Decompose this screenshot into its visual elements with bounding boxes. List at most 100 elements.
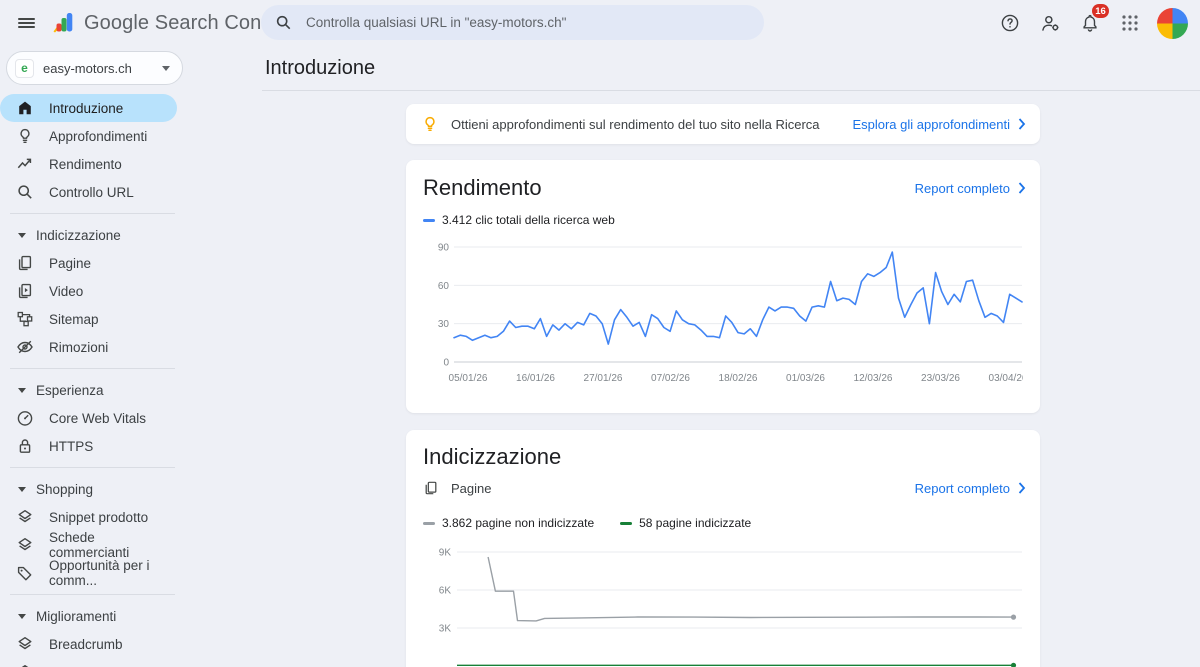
notifications-button[interactable]: 16 xyxy=(1070,3,1110,43)
property-selector[interactable]: e easy-motors.ch xyxy=(6,51,183,85)
svg-text:6K: 6K xyxy=(439,585,452,596)
sidebar-item-video[interactable]: Video xyxy=(0,277,177,305)
google-search-console-app: Google Search Console xyxy=(0,0,1200,667)
sitemap-icon xyxy=(16,310,34,328)
svg-text:12/03/26: 12/03/26 xyxy=(854,373,893,384)
avatar-photo xyxy=(1160,10,1186,36)
search-icon xyxy=(16,183,34,201)
performance-legend: 3.412 clic totali della ricerca web xyxy=(423,213,641,227)
svg-text:0: 0 xyxy=(443,358,449,369)
sidebar-item-rimozioni[interactable]: Rimozioni xyxy=(0,333,177,361)
chevron-right-icon xyxy=(1018,118,1026,130)
video-icon xyxy=(16,282,34,300)
collapse-caret-icon xyxy=(18,233,26,238)
lock-icon xyxy=(16,437,34,455)
sidebar-item-label: HTTPS xyxy=(49,439,93,454)
page-title: Introduzione xyxy=(265,57,375,80)
svg-text:03/04/26: 03/04/26 xyxy=(989,373,1023,384)
performance-chart[interactable]: 030609005/01/2616/01/2627/01/2607/02/261… xyxy=(423,240,1023,397)
notification-count-badge: 16 xyxy=(1092,4,1109,18)
sidebar-item-schede-commercianti[interactable]: Schede commercianti xyxy=(0,531,177,559)
sidebar-item-label: Controllo URL xyxy=(49,185,134,200)
performance-report-link[interactable]: Report completo xyxy=(915,181,1026,196)
collapse-caret-icon xyxy=(18,614,26,619)
sidebar-section-miglioramenti[interactable]: Miglioramenti xyxy=(0,602,262,630)
sidebar-nav: Introduzione Approfondimenti Rendimento Con… xyxy=(0,94,262,667)
search-input[interactable] xyxy=(306,15,750,30)
sidebar-section-esperienza[interactable]: Esperienza xyxy=(0,376,262,404)
sidebar-item-label: Rendimento xyxy=(49,157,122,172)
indexing-card: Indicizzazione Pagine Report completo xyxy=(406,430,1040,667)
sidebar-item-label: Core Web Vitals xyxy=(49,411,146,426)
layers-icon xyxy=(16,663,34,667)
sidebar-section-shopping[interactable]: Shopping xyxy=(0,475,262,503)
help-icon xyxy=(1000,13,1020,33)
sidebar-item-introduzione[interactable]: Introduzione xyxy=(0,94,177,122)
menu-icon[interactable] xyxy=(6,3,46,43)
indexing-report-link[interactable]: Report completo xyxy=(915,481,1026,496)
sidebar-item-label: Approfondimenti xyxy=(49,129,147,144)
indexing-card-title: Indicizzazione xyxy=(423,444,561,470)
svg-text:9K: 9K xyxy=(439,547,452,558)
sidebar-divider xyxy=(10,368,175,369)
sidebar-divider xyxy=(10,594,175,595)
sidebar-item-label: Sitemap xyxy=(49,312,99,327)
sidebar-item-breadcrumb[interactable]: Breadcrumb xyxy=(0,630,177,658)
sidebar-item-pagine[interactable]: Pagine xyxy=(0,249,177,277)
section-label: Miglioramenti xyxy=(36,609,116,624)
performance-card-title: Rendimento xyxy=(423,175,542,201)
layers-icon xyxy=(16,536,34,554)
sidebar-item-label: Snippet prodotto xyxy=(49,510,148,525)
svg-text:30: 30 xyxy=(438,319,450,330)
sidebar-item-snippet-di-recensioni[interactable]: Snippet di recensioni xyxy=(0,658,177,667)
sidebar-section-indicizzazione[interactable]: Indicizzazione xyxy=(0,221,262,249)
indexed-legend-label: 58 pagine indicizzate xyxy=(639,516,751,530)
insights-banner: Ottieni approfondimenti sul rendimento d… xyxy=(406,104,1040,144)
svg-text:01/03/26: 01/03/26 xyxy=(786,373,825,384)
sidebar-item-approfondimenti[interactable]: Approfondimenti xyxy=(0,122,177,150)
apps-grid-icon xyxy=(1121,14,1139,32)
svg-text:90: 90 xyxy=(438,243,450,254)
main-content: Introduzione Ottieni approfondimenti sul… xyxy=(262,46,1200,667)
chevron-down-icon xyxy=(162,66,170,71)
url-inspection-searchbar[interactable] xyxy=(261,5,764,40)
banner-text: Ottieni approfondimenti sul rendimento d… xyxy=(451,117,852,132)
collapse-caret-icon xyxy=(18,487,26,492)
sidebar-item-https[interactable]: HTTPS xyxy=(0,432,177,460)
chevron-right-icon xyxy=(1018,182,1026,194)
sidebar-item-opportunit-per-i-comm[interactable]: Opportunità per i comm... xyxy=(0,559,177,587)
gauge-icon xyxy=(16,409,34,427)
sidebar-divider xyxy=(10,213,175,214)
collapse-caret-icon xyxy=(18,388,26,393)
account-avatar[interactable] xyxy=(1157,8,1188,39)
clicks-legend-label: 3.412 clic totali della ricerca web xyxy=(442,213,615,227)
sidebar-item-label: Breadcrumb xyxy=(49,637,123,652)
sidebar-item-core-web-vitals[interactable]: Core Web Vitals xyxy=(0,404,177,432)
chevron-right-icon xyxy=(1018,482,1026,494)
indexing-legend: 3.862 pagine non indicizzate 58 pagine i… xyxy=(423,516,777,530)
home-icon xyxy=(16,99,34,117)
sidebar-item-controllo-url[interactable]: Controllo URL xyxy=(0,178,177,206)
svg-text:16/01/26: 16/01/26 xyxy=(516,373,555,384)
sidebar-item-rendimento[interactable]: Rendimento xyxy=(0,150,177,178)
svg-text:60: 60 xyxy=(438,281,450,292)
indexing-chart[interactable]: 3K 6K 9K xyxy=(423,545,1023,667)
explore-insights-link[interactable]: Esplora gli approfondimenti xyxy=(852,117,1026,132)
sidebar-item-snippet-prodotto[interactable]: Snippet prodotto xyxy=(0,503,177,531)
google-apps-button[interactable] xyxy=(1110,3,1150,43)
header-actions: 16 xyxy=(990,3,1192,43)
help-button[interactable] xyxy=(990,3,1030,43)
sidebar-item-sitemap[interactable]: Sitemap xyxy=(0,305,177,333)
search-console-logo-icon xyxy=(50,10,76,36)
manage-users-button[interactable] xyxy=(1030,3,1070,43)
property-favicon: e xyxy=(15,59,34,78)
sidebar-divider xyxy=(10,467,175,468)
layers-icon xyxy=(16,508,34,526)
svg-text:3K: 3K xyxy=(439,623,452,634)
not-indexed-legend-label: 3.862 pagine non indicizzate xyxy=(442,516,594,530)
indexing-subtitle: Pagine xyxy=(451,481,915,496)
not-indexed-legend-dash xyxy=(423,522,435,525)
section-label: Shopping xyxy=(36,482,93,497)
sidebar-item-label: Schede commercianti xyxy=(49,530,177,560)
layers-icon xyxy=(16,635,34,653)
